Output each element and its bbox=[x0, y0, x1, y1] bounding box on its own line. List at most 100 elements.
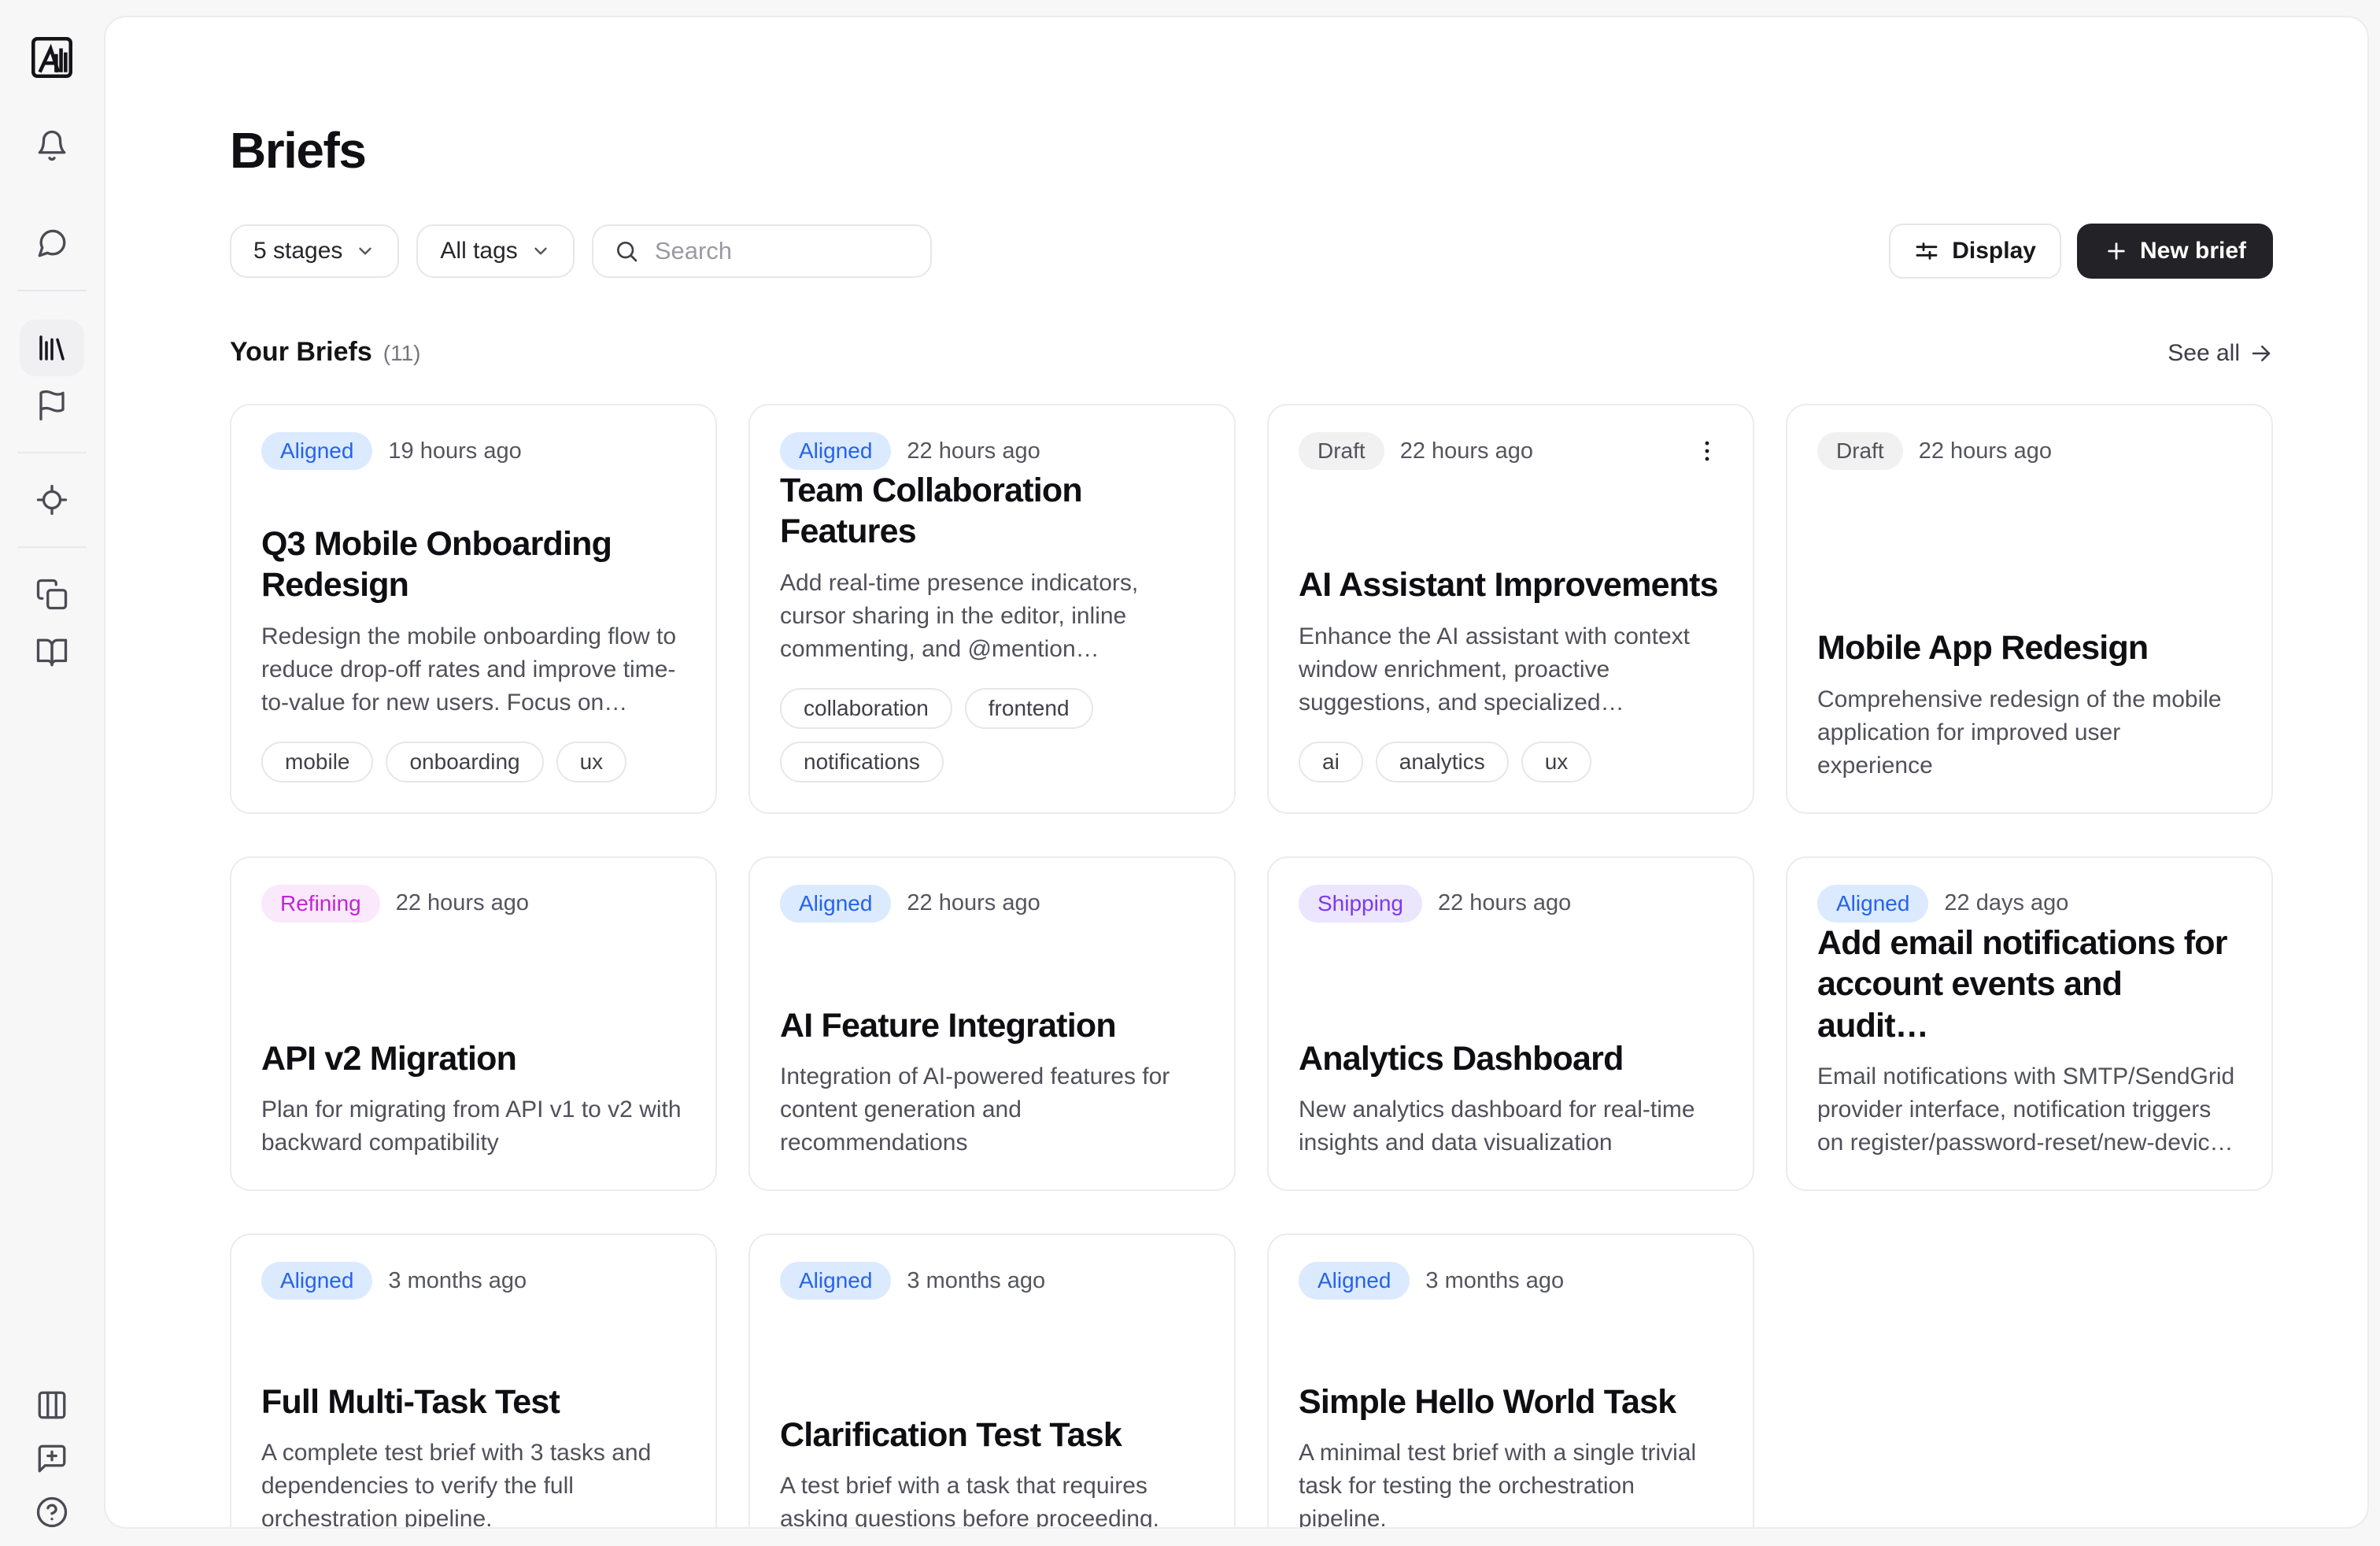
see-all-label: See all bbox=[2168, 340, 2240, 367]
sidebar-divider bbox=[17, 546, 87, 548]
brief-description: Redesign the mobile onboarding flow to r… bbox=[261, 620, 686, 719]
chat-bubble-icon[interactable] bbox=[34, 225, 70, 261]
brief-description: A complete test brief with 3 tasks and d… bbox=[261, 1437, 686, 1529]
brief-description: A test brief with a task that requires a… bbox=[780, 1470, 1204, 1529]
search-icon bbox=[614, 239, 639, 264]
brief-tag: ai bbox=[1299, 742, 1363, 782]
status-badge: Aligned bbox=[780, 885, 891, 923]
sidebar-item-library-active[interactable] bbox=[20, 320, 84, 376]
brief-timestamp: 22 hours ago bbox=[1400, 438, 1533, 464]
brief-card-body: Q3 Mobile Onboarding Redesign Redesign t… bbox=[261, 523, 686, 782]
card-menu-kebab-icon[interactable] bbox=[1691, 435, 1723, 467]
brief-title: Simple Hello World Task bbox=[1299, 1381, 1723, 1422]
brief-card-body: Full Multi-Task Test A complete test bri… bbox=[261, 1381, 686, 1529]
brief-timestamp: 3 months ago bbox=[388, 1268, 527, 1294]
brief-timestamp: 22 hours ago bbox=[907, 438, 1040, 464]
brief-card[interactable]: Aligned 22 hours ago AI Feature Integrat… bbox=[748, 856, 1236, 1191]
app-logo-icon[interactable] bbox=[26, 31, 78, 83]
flag-icon[interactable] bbox=[34, 387, 70, 423]
brief-tag: ux bbox=[1521, 742, 1592, 782]
brief-card-header: Aligned 19 hours ago bbox=[261, 432, 686, 470]
sidebar-divider bbox=[17, 452, 87, 453]
your-briefs-count: (11) bbox=[383, 341, 421, 366]
brief-tag: collaboration bbox=[780, 688, 952, 729]
brief-title: Analytics Dashboard bbox=[1299, 1038, 1723, 1079]
status-badge: Aligned bbox=[1299, 1262, 1410, 1300]
brief-tag: mobile bbox=[261, 742, 373, 782]
brief-timestamp: 3 months ago bbox=[907, 1268, 1045, 1294]
page-title: Briefs bbox=[230, 121, 2273, 179]
brief-tag: onboarding bbox=[386, 742, 543, 782]
brief-timestamp: 22 hours ago bbox=[396, 890, 529, 916]
brief-card[interactable]: Aligned 22 days ago Add email notificati… bbox=[1786, 856, 2273, 1191]
brief-description: A minimal test brief with a single trivi… bbox=[1299, 1437, 1723, 1529]
brief-title: Mobile App Redesign bbox=[1817, 627, 2241, 668]
brief-card-header: Aligned 3 months ago bbox=[261, 1262, 686, 1300]
brief-title: AI Feature Integration bbox=[780, 1005, 1204, 1046]
brief-card[interactable]: Aligned 3 months ago Full Multi-Task Tes… bbox=[230, 1233, 717, 1529]
brief-title: Full Multi-Task Test bbox=[261, 1381, 686, 1422]
brief-title: Q3 Mobile Onboarding Redesign bbox=[261, 523, 686, 606]
status-badge: Shipping bbox=[1299, 885, 1422, 923]
brief-card-header: Aligned 22 hours ago bbox=[780, 885, 1204, 923]
brief-title: API v2 Migration bbox=[261, 1038, 686, 1079]
brief-description: Email notifications with SMTP/SendGrid p… bbox=[1817, 1060, 2241, 1160]
stages-filter-dropdown[interactable]: 5 stages bbox=[230, 224, 399, 278]
sidebar-bottom-group bbox=[34, 1387, 70, 1530]
display-button[interactable]: Display bbox=[1889, 224, 2061, 279]
brief-timestamp: 19 hours ago bbox=[388, 438, 521, 464]
brief-card[interactable]: Refining 22 hours ago API v2 Migration P… bbox=[230, 856, 717, 1191]
brief-card[interactable]: Shipping 22 hours ago Analytics Dashboar… bbox=[1267, 856, 1754, 1191]
toolbar-actions: Display New brief bbox=[1889, 224, 2273, 279]
stages-filter-label: 5 stages bbox=[253, 238, 342, 264]
brief-card-header: Aligned 3 months ago bbox=[1299, 1262, 1723, 1300]
brief-card-body: Team Collaboration Features Add real-tim… bbox=[780, 470, 1204, 782]
locate-crosshair-icon[interactable] bbox=[34, 482, 70, 518]
brief-tags: mobile onboarding ux bbox=[261, 742, 686, 782]
brief-title: Add email notifications for account even… bbox=[1817, 923, 2241, 1046]
brief-description: Add real-time presence indicators, curso… bbox=[780, 567, 1204, 666]
status-badge: Aligned bbox=[261, 1262, 372, 1300]
brief-card[interactable]: Aligned 22 hours ago Team Collaboration … bbox=[748, 404, 1236, 814]
status-badge: Aligned bbox=[261, 432, 372, 470]
brief-card-body: AI Feature Integration Integration of AI… bbox=[780, 1005, 1204, 1160]
main-panel: Briefs 5 stages All tags bbox=[104, 16, 2369, 1529]
brief-card[interactable]: Aligned 3 months ago Simple Hello World … bbox=[1267, 1233, 1754, 1529]
search-box bbox=[592, 224, 932, 278]
columns-icon[interactable] bbox=[34, 1387, 70, 1423]
briefs-grid: Aligned 19 hours ago Q3 Mobile Onboardin… bbox=[230, 404, 2273, 1529]
brief-tag: analytics bbox=[1376, 742, 1509, 782]
brief-card[interactable]: Draft 22 hours ago Mobile App Redesign C… bbox=[1786, 404, 2273, 814]
search-input[interactable] bbox=[653, 236, 910, 266]
brief-description: Enhance the AI assistant with context wi… bbox=[1299, 620, 1723, 719]
brief-card-header: Draft 22 hours ago bbox=[1817, 432, 2241, 470]
your-briefs-title: Your Briefs bbox=[230, 337, 372, 368]
status-badge: Draft bbox=[1817, 432, 1903, 470]
brief-card-body: API v2 Migration Plan for migrating from… bbox=[261, 1038, 686, 1160]
new-brief-button[interactable]: New brief bbox=[2077, 224, 2273, 279]
brief-card-body: Simple Hello World Task A minimal test b… bbox=[1299, 1381, 1723, 1529]
app-screen: Briefs 5 stages All tags bbox=[0, 0, 2380, 1546]
help-icon[interactable] bbox=[34, 1494, 70, 1530]
brief-tags: ai analytics ux bbox=[1299, 742, 1723, 782]
notifications-bell-icon[interactable] bbox=[34, 128, 70, 164]
tags-filter-label: All tags bbox=[440, 238, 517, 264]
brief-card[interactable]: Aligned 19 hours ago Q3 Mobile Onboardin… bbox=[230, 404, 717, 814]
brief-card[interactable]: Draft 22 hours ago AI Assistant Improvem… bbox=[1267, 404, 1754, 814]
sidebar-divider bbox=[17, 290, 87, 291]
feedback-message-plus-icon[interactable] bbox=[34, 1441, 70, 1477]
book-open-icon[interactable] bbox=[34, 634, 70, 671]
tags-filter-dropdown[interactable]: All tags bbox=[416, 224, 574, 278]
brief-tag: frontend bbox=[965, 688, 1093, 729]
your-briefs-see-all-link[interactable]: See all bbox=[2168, 340, 2273, 367]
status-badge: Aligned bbox=[780, 432, 891, 470]
brief-card-header: Shipping 22 hours ago bbox=[1299, 885, 1723, 923]
display-button-label: Display bbox=[1952, 238, 2036, 264]
brief-card-header: Aligned 3 months ago bbox=[780, 1262, 1204, 1300]
sliders-icon bbox=[1914, 239, 1939, 264]
status-badge: Aligned bbox=[780, 1262, 891, 1300]
brief-card[interactable]: Aligned 3 months ago Clarification Test … bbox=[748, 1233, 1236, 1529]
copy-icon[interactable] bbox=[34, 576, 70, 612]
library-icon bbox=[35, 331, 68, 364]
brief-tag: ux bbox=[556, 742, 627, 782]
